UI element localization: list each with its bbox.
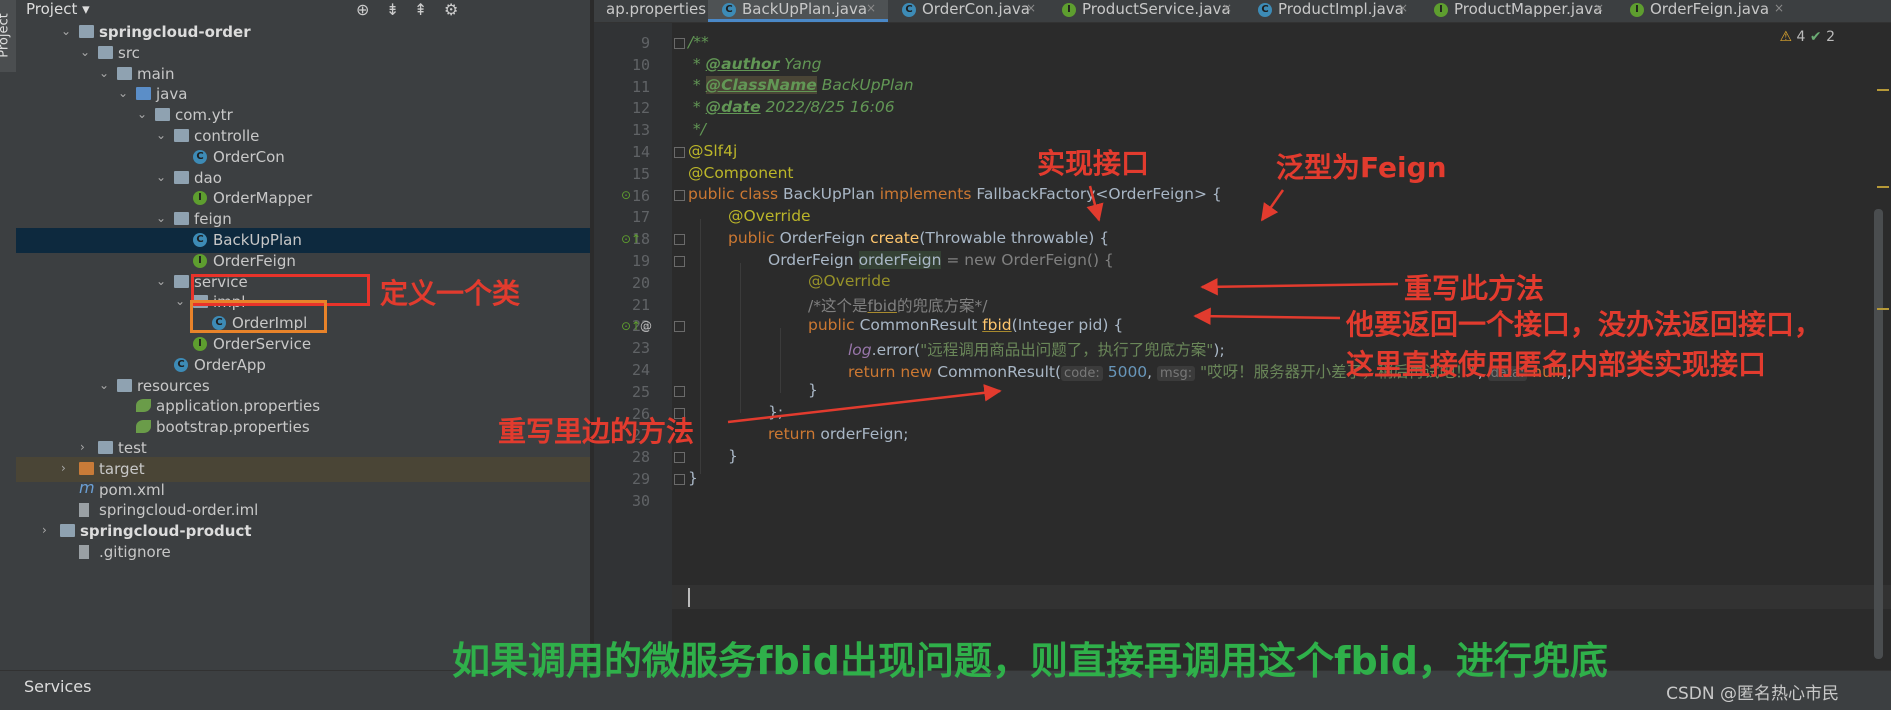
arrow-override-inner (727, 384, 1002, 424)
annotation-arrows (727, 185, 1399, 424)
arrow-generic (1260, 189, 1285, 222)
arrow-implement (1086, 185, 1104, 222)
arrow-override (1200, 278, 1399, 296)
arrow-return-interface (1193, 307, 1341, 325)
